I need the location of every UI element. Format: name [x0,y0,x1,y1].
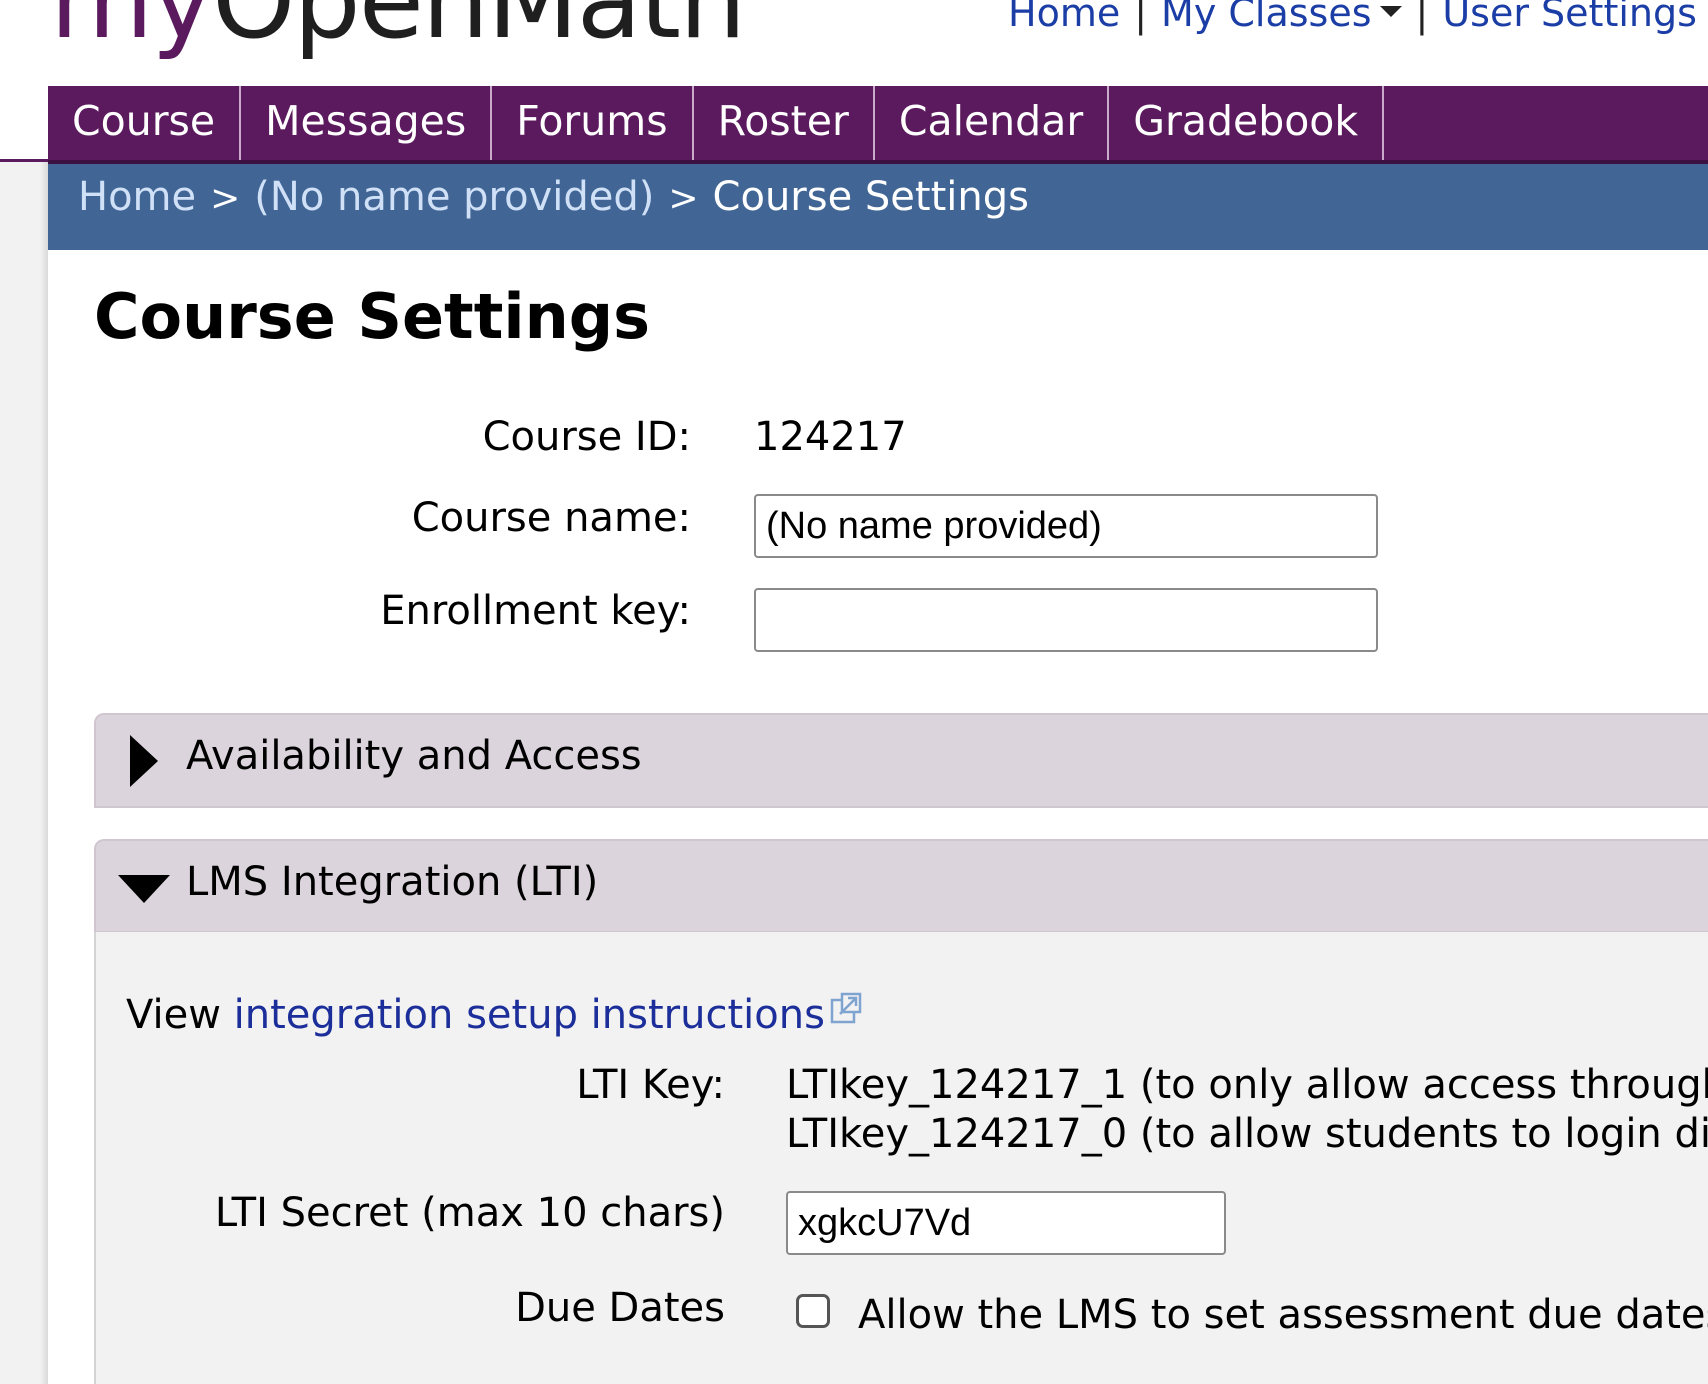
due-dates-label: Due Dates [515,1285,725,1331]
lti-key-label: LTI Key: [576,1062,725,1108]
logo-text-my: my [50,0,214,62]
nav-tab-course[interactable]: Course [48,86,242,160]
due-dates-checkbox[interactable] [796,1294,830,1328]
nav-tab-roster[interactable]: Roster [694,86,875,160]
lti-secret-label: LTI Secret (max 10 chars) [214,1190,725,1236]
course-name-input[interactable] [754,494,1378,558]
integration-instructions-line: View integration setup instructions [126,992,825,1038]
site-logo[interactable]: myOpenMath [50,0,746,54]
course-id-label: Course ID: [482,414,691,460]
due-dates-checkbox-label[interactable]: Allow the LMS to set assessment due date… [858,1292,1708,1338]
nav-tab-calendar[interactable]: Calendar [875,86,1110,160]
main-nav: Course Messages Forums Roster Calendar G… [48,86,1708,164]
lti-key-line-1: LTIkey_124217_1 (to only allow access th… [786,1062,1708,1108]
breadcrumb-current: Course Settings [712,174,1029,220]
my-classes-label: My Classes [1161,0,1372,35]
breadcrumb-separator: > [668,178,699,219]
top-link-separator: | [1134,0,1148,35]
page-title: Course Settings [94,280,651,353]
expand-arrow-icon [130,735,158,787]
gutter-shadow [40,162,48,1384]
breadcrumb-course[interactable]: (No name provided) [254,174,654,220]
breadcrumb-home[interactable]: Home [78,174,196,220]
nav-tab-messages[interactable]: Messages [241,86,493,160]
enrollment-key-label: Enrollment key: [380,588,691,634]
availability-panel-header[interactable]: Availability and Access [94,713,1708,808]
lti-secret-input[interactable] [786,1191,1226,1255]
external-link-icon[interactable] [829,991,863,1025]
lti-key-line-2: LTIkey_124217_0 (to allow students to lo… [786,1111,1708,1157]
top-link-user-settings[interactable]: User Settings [1442,0,1697,35]
enrollment-key-input[interactable] [754,588,1378,652]
course-name-label: Course name: [411,495,691,541]
availability-panel-title: Availability and Access [186,733,642,779]
nav-tab-gradebook[interactable]: Gradebook [1109,86,1385,160]
view-prefix: View [126,992,221,1038]
top-link-home[interactable]: Home [1008,0,1120,35]
integration-instructions-link[interactable]: integration setup instructions [234,992,825,1038]
breadcrumb: Home > (No name provided) > Course Settings [48,164,1708,250]
nav-tab-forums[interactable]: Forums [492,86,694,160]
lti-panel-header[interactable]: LMS Integration (LTI) [94,839,1708,933]
top-link-separator: | [1415,0,1429,35]
course-id-value: 124217 [754,414,907,460]
top-links: Home | My Classes | User Settings [1008,0,1697,35]
collapse-arrow-icon [118,875,170,903]
breadcrumb-separator: > [210,178,241,219]
logo-text-rest: OpenMath [212,0,746,62]
caret-down-icon [1379,6,1402,17]
lti-panel-title: LMS Integration (LTI) [186,859,599,905]
top-link-my-classes[interactable]: My Classes [1161,0,1402,35]
